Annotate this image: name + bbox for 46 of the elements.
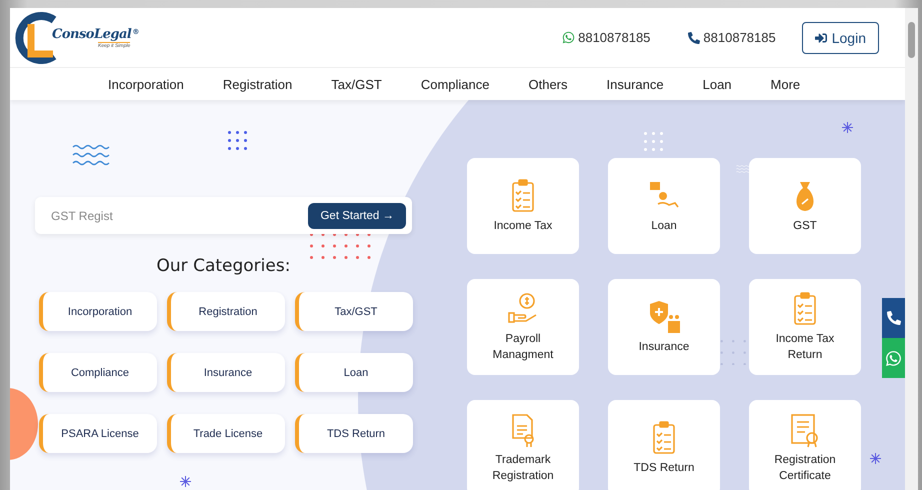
category-button[interactable]: TDS Return: [295, 414, 413, 453]
service-card[interactable]: Income Tax Return: [749, 279, 861, 375]
dot-grid-decoration: [228, 131, 247, 150]
search-field[interactable]: GST Regist Get Started →: [35, 197, 412, 234]
wave-decoration: [72, 144, 110, 166]
scrollbar[interactable]: [905, 8, 918, 490]
get-started-button[interactable]: Get Started →: [308, 202, 406, 228]
service-card[interactable]: TDS Return: [608, 400, 720, 490]
category-button[interactable]: Compliance: [39, 353, 157, 392]
service-card[interactable]: Income Tax: [467, 158, 579, 254]
nav-link[interactable]: Incorporation: [108, 76, 184, 92]
whatsapp-icon: [562, 31, 576, 44]
phone-icon: [886, 311, 900, 325]
category-button[interactable]: PSARA License: [39, 414, 157, 453]
nav-link[interactable]: Compliance: [420, 76, 490, 92]
sparkle-icon: [870, 453, 881, 464]
dot-grid-decoration: [644, 132, 663, 151]
service-card[interactable]: Loan: [608, 158, 720, 254]
service-card[interactable]: Trademark Registration: [467, 400, 579, 490]
category-button[interactable]: Registration: [167, 292, 285, 331]
phone-button[interactable]: [882, 298, 905, 338]
login-button[interactable]: Login: [802, 22, 879, 54]
sparkle-icon: [842, 122, 853, 133]
nav-link[interactable]: Others: [528, 76, 568, 92]
nav-link[interactable]: More: [770, 76, 800, 92]
nav-link[interactable]: Insurance: [606, 76, 664, 92]
contact-number[interactable]: 8810878185: [578, 30, 650, 45]
category-button[interactable]: Loan: [295, 353, 413, 392]
nav-link[interactable]: Tax/GST: [331, 76, 382, 92]
service-card[interactable]: GST: [749, 158, 861, 254]
phone-icon: [688, 32, 700, 44]
category-button[interactable]: Tax/GST: [295, 292, 413, 331]
categories-title: Our Categories:: [156, 256, 290, 276]
sign-in-icon: [814, 32, 827, 44]
contact-number[interactable]: 8810878185: [703, 30, 776, 45]
whatsapp-icon: [885, 350, 902, 366]
nav-link[interactable]: Loan: [702, 76, 732, 92]
service-card[interactable]: Registration Certificate: [749, 400, 861, 490]
category-button[interactable]: Insurance: [167, 353, 285, 392]
category-button[interactable]: Incorporation: [39, 292, 157, 331]
nav-link[interactable]: Registration: [222, 76, 292, 92]
sparkle-icon: [180, 476, 191, 487]
service-card[interactable]: Insurance: [608, 279, 720, 375]
category-button[interactable]: Trade License: [167, 414, 285, 453]
service-card[interactable]: Payroll Managment: [467, 279, 579, 375]
dot-grid-decoration: [310, 233, 370, 259]
